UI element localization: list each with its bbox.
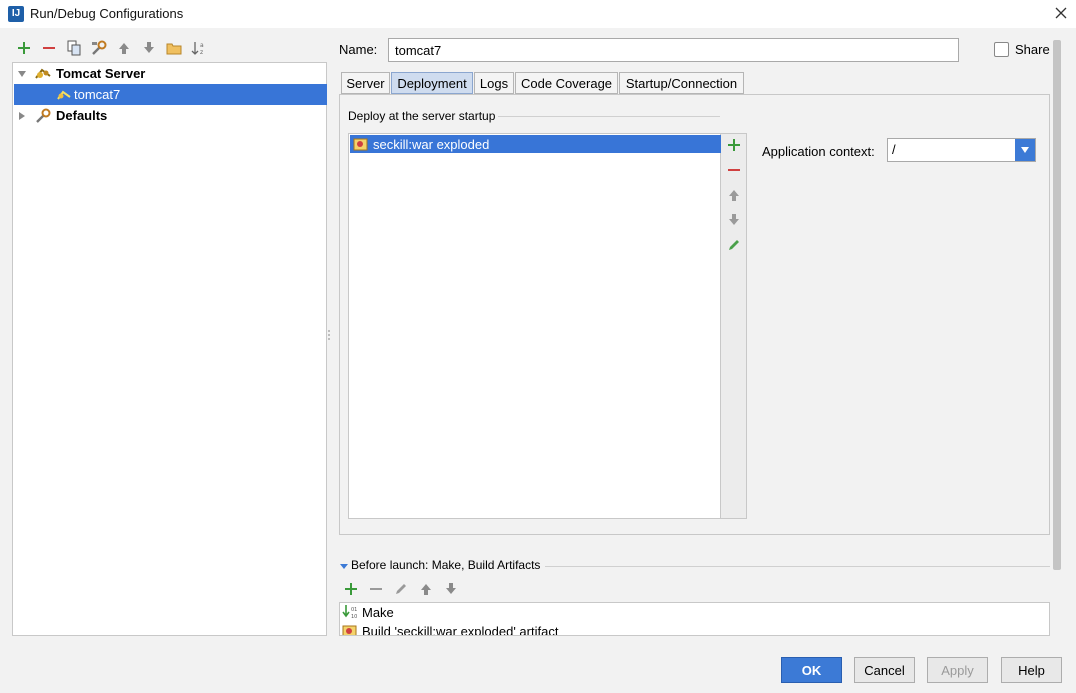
create-folder-button[interactable] [164, 38, 184, 58]
move-up-button[interactable] [114, 38, 134, 58]
svg-text:01: 01 [351, 607, 357, 613]
section-divider [498, 116, 720, 117]
share-checkbox[interactable] [994, 42, 1009, 57]
tab-server[interactable]: Server [341, 72, 390, 94]
defaults-icon [34, 108, 52, 124]
tab-code-coverage[interactable]: Code Coverage [515, 72, 618, 94]
edit-defaults-button[interactable] [89, 38, 109, 58]
apply-button[interactable]: Apply [927, 657, 988, 683]
artifact-label: seckill:war exploded [373, 136, 490, 152]
tab-startup-connection[interactable]: Startup/Connection [619, 72, 744, 94]
cancel-button[interactable]: Cancel [854, 657, 915, 683]
task-label: Make [362, 604, 394, 620]
application-context-combobox[interactable]: / [887, 138, 1036, 162]
remove-task-button[interactable] [366, 579, 386, 599]
move-up-icon [421, 584, 431, 595]
task-label: Build 'seckill:war exploded' artifact [362, 623, 559, 636]
artifact-icon [353, 137, 369, 151]
move-task-down-button[interactable] [441, 579, 461, 599]
expanded-arrow-icon[interactable] [16, 68, 28, 80]
sort-configurations-button[interactable]: az [189, 38, 209, 58]
application-context-value: / [892, 142, 896, 157]
sort-icon: az [191, 42, 204, 56]
move-artifact-up-button[interactable] [724, 185, 744, 205]
add-icon [345, 583, 357, 595]
tree-item-label: Tomcat Server [56, 66, 146, 81]
copy-icon [67, 40, 81, 56]
dropdown-button[interactable] [1015, 139, 1035, 161]
remove-icon [43, 47, 55, 49]
edit-artifact-button[interactable] [724, 235, 744, 255]
collapsed-arrow-icon[interactable] [16, 110, 28, 122]
collapse-arrow-icon[interactable] [339, 561, 349, 571]
folder-icon [166, 43, 182, 55]
add-configuration-button[interactable] [14, 38, 34, 58]
ok-button[interactable]: OK [781, 657, 842, 683]
make-icon: 01 10 [342, 604, 358, 620]
chevron-down-icon [1021, 147, 1029, 153]
before-launch-task-list[interactable]: 01 10 Make Build 'seckill:war exploded' a… [339, 602, 1050, 636]
edit-defaults-icon [92, 40, 107, 55]
move-up-icon [729, 190, 739, 201]
svg-text:a: a [200, 42, 204, 49]
artifact-row[interactable]: seckill:war exploded [350, 135, 721, 153]
move-down-button[interactable] [139, 38, 159, 58]
list-item[interactable]: Build 'seckill:war exploded' artifact [342, 622, 559, 636]
tree-item-tomcat-server[interactable]: Tomcat Server [14, 63, 327, 84]
tree-item-label: tomcat7 [74, 87, 121, 102]
edit-task-button[interactable] [391, 579, 411, 599]
tomcat-icon [34, 66, 52, 82]
remove-artifact-button[interactable] [724, 160, 744, 180]
close-window-button[interactable] [1050, 2, 1072, 24]
add-icon [728, 139, 740, 151]
tree-item-defaults[interactable]: Defaults [14, 105, 327, 126]
copy-configuration-button[interactable] [64, 38, 84, 58]
tab-deployment[interactable]: Deployment [391, 72, 473, 94]
remove-icon [728, 169, 740, 171]
section-divider [545, 566, 1050, 567]
move-down-icon [144, 42, 154, 53]
configuration-tree[interactable]: Tomcat Server tomcat7 Defaults [12, 62, 327, 636]
deploy-section-label: Deploy at the server startup [348, 109, 496, 123]
tree-item-label: Defaults [56, 108, 108, 123]
intellij-app-icon: IJ [8, 6, 24, 22]
application-context-label: Application context: [762, 144, 875, 159]
share-label[interactable]: Share [1015, 42, 1050, 57]
close-icon [1055, 7, 1067, 19]
before-launch-label[interactable]: Before launch: Make, Build Artifacts [351, 558, 540, 572]
window-title: Run/Debug Configurations [30, 6, 184, 21]
help-button[interactable]: Help [1001, 657, 1062, 683]
add-task-button[interactable] [341, 579, 361, 599]
add-artifact-button[interactable] [724, 135, 744, 155]
name-field[interactable] [388, 38, 959, 62]
move-up-icon [119, 43, 129, 54]
add-icon [18, 42, 30, 54]
panel-splitter[interactable] [327, 328, 331, 344]
deploy-artifact-list[interactable]: seckill:war exploded [348, 133, 721, 519]
tomcat-icon [56, 88, 72, 102]
svg-text:z: z [200, 49, 203, 56]
tab-logs[interactable]: Logs [474, 72, 514, 94]
vertical-scrollbar[interactable] [1053, 40, 1061, 570]
tree-item-tomcat7[interactable]: tomcat7 [14, 84, 327, 105]
move-down-icon [446, 583, 456, 594]
move-down-icon [729, 214, 739, 225]
remove-icon [370, 588, 382, 590]
name-label: Name: [339, 42, 378, 57]
move-artifact-down-button[interactable] [724, 210, 744, 230]
list-item[interactable]: 01 10 Make [342, 603, 394, 621]
move-task-up-button[interactable] [416, 579, 436, 599]
pencil-icon [396, 584, 406, 594]
remove-configuration-button[interactable] [39, 38, 59, 58]
pencil-icon [729, 240, 739, 250]
artifact-icon [342, 624, 358, 635]
svg-text:10: 10 [351, 614, 357, 620]
